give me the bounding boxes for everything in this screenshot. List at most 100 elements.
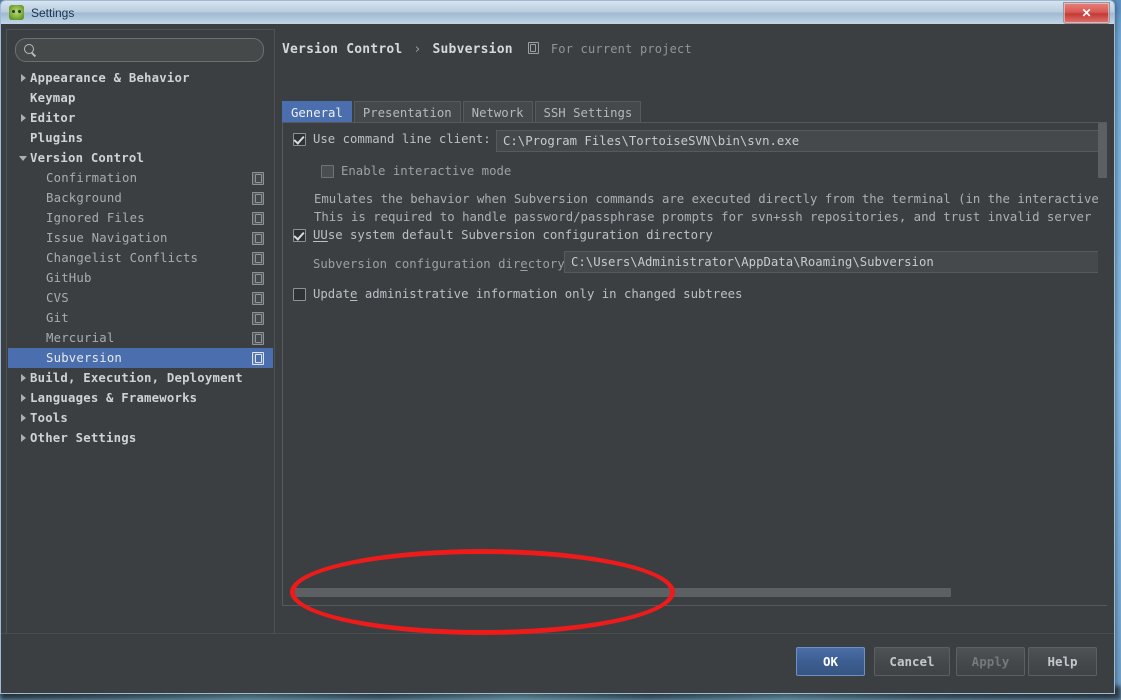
sidebar-item-label: Other Settings — [30, 431, 137, 445]
button-label: OK — [822, 654, 839, 669]
apply-button: Apply — [956, 647, 1025, 676]
tab-label: SSH Settings — [543, 105, 633, 120]
sidebar-item-build-execution-deployment[interactable]: Build, Execution, Deployment — [8, 368, 273, 388]
use-command-line-client-row[interactable]: Use command line client: — [293, 132, 491, 146]
sidebar-item-languages-frameworks[interactable]: Languages & Frameworks — [8, 388, 273, 408]
chevron-right-icon[interactable] — [16, 434, 30, 442]
sidebar-item-label: Mercurial — [46, 331, 115, 345]
sidebar-item-other-settings[interactable]: Other Settings — [8, 428, 273, 448]
sidebar-item-label: CVS — [46, 291, 69, 305]
breadcrumb-root[interactable]: Version Control — [282, 42, 402, 57]
sidebar-item-label: Version Control — [30, 151, 145, 165]
sidebar-item-label: Ignored Files — [46, 211, 145, 225]
tab-label: Presentation — [362, 105, 452, 120]
sidebar-item-label: GitHub — [46, 271, 92, 285]
use-command-line-client-checkbox[interactable] — [293, 132, 306, 146]
enable-interactive-mode-label: Enable interactive mode — [341, 164, 512, 178]
project-override-icon — [252, 252, 264, 265]
sidebar-item-changelist-conflicts[interactable]: Changelist Conflicts — [8, 248, 273, 268]
chevron-right-icon[interactable] — [16, 374, 30, 382]
cancel-button[interactable]: Cancel — [874, 647, 950, 676]
use-system-default-config-row[interactable]: UUse system default Subversion configura… — [293, 228, 713, 242]
use-system-default-config-checkbox[interactable] — [293, 228, 306, 242]
vertical-scrollbar-thumb[interactable] — [1098, 123, 1107, 178]
chevron-right-icon[interactable] — [16, 114, 30, 122]
sidebar-item-issue-navigation[interactable]: Issue Navigation — [8, 228, 273, 248]
tab-label: General — [291, 105, 343, 120]
sidebar-item-keymap[interactable]: Keymap — [8, 88, 273, 108]
sidebar-item-background[interactable]: Background — [8, 188, 273, 208]
project-override-icon — [252, 272, 264, 285]
search-box[interactable] — [15, 38, 264, 62]
sidebar-item-confirmation[interactable]: Confirmation — [8, 168, 273, 188]
settings-window: Settings ✕ Appearance & Behavior Keymap Ed… — [0, 0, 1115, 694]
general-tab-panel: Use command line client: C:\Program File… — [282, 122, 1107, 606]
settings-tree: Appearance & Behavior Keymap Editor Plugins… — [8, 68, 273, 632]
project-override-icon — [252, 212, 264, 225]
sidebar-item-version-control[interactable]: Version Control — [8, 148, 273, 168]
tab-presentation[interactable]: Presentation — [353, 101, 461, 123]
tab-general[interactable]: General — [282, 101, 352, 123]
button-label: Apply — [971, 654, 1010, 669]
sidebar-item-label: Languages & Frameworks — [30, 391, 198, 405]
dialog-footer: OK Cancel Apply Help — [1, 633, 1114, 693]
enable-interactive-mode-row[interactable]: Enable interactive mode — [321, 164, 511, 178]
chevron-down-icon[interactable] — [16, 155, 30, 161]
sidebar-item-label: Appearance & Behavior — [30, 71, 190, 85]
breadcrumb-leaf: Subversion — [432, 42, 513, 57]
button-label: Help — [1047, 654, 1078, 669]
project-override-icon — [252, 172, 264, 185]
project-override-icon — [252, 232, 264, 245]
android-studio-icon — [9, 5, 24, 20]
search-input[interactable] — [42, 42, 263, 58]
window-titlebar: Settings ✕ — [1, 1, 1114, 25]
breadcrumb-separator: › — [413, 42, 422, 57]
update-admin-info-checkbox[interactable] — [293, 287, 306, 301]
sidebar-item-appearance-behavior[interactable]: Appearance & Behavior — [8, 68, 273, 88]
horizontal-scrollbar-thumb[interactable] — [291, 588, 951, 597]
window-content: Appearance & Behavior Keymap Editor Plugins… — [1, 24, 1114, 693]
button-label: Cancel — [889, 654, 935, 669]
sidebar-item-label: Confirmation — [46, 171, 138, 185]
command-line-client-path-field[interactable]: C:\Program Files\TortoiseSVN\bin\svn.exe — [496, 130, 1106, 152]
breadcrumb-scope: For current project — [550, 42, 692, 56]
project-override-icon — [252, 332, 264, 345]
sidebar-item-git[interactable]: Git — [8, 308, 273, 328]
ok-button[interactable]: OK — [796, 647, 865, 676]
chevron-right-icon[interactable] — [16, 394, 30, 402]
project-override-icon — [252, 312, 264, 325]
help-button[interactable]: Help — [1028, 647, 1097, 676]
breadcrumb: Version Control › Subversion For current… — [282, 42, 692, 57]
window-title: Settings — [31, 5, 75, 20]
chevron-right-icon[interactable] — [16, 74, 30, 82]
sidebar-item-label: Subversion — [46, 351, 123, 365]
sidebar-item-label: Changelist Conflicts — [46, 251, 199, 265]
tab-ssh-settings[interactable]: SSH Settings — [534, 101, 642, 123]
sidebar-item-editor[interactable]: Editor — [8, 108, 273, 128]
sidebar-item-github[interactable]: GitHub — [8, 268, 273, 288]
sidebar-item-plugins[interactable]: Plugins — [8, 128, 273, 148]
vertical-scrollbar[interactable] — [1098, 123, 1107, 605]
project-override-icon — [252, 352, 264, 365]
sidebar-item-subversion[interactable]: Subversion — [8, 348, 273, 368]
update-admin-info-label: Update administrative information only i… — [313, 287, 743, 301]
sidebar-item-ignored-files[interactable]: Ignored Files — [8, 208, 273, 228]
enable-interactive-mode-checkbox[interactable] — [321, 164, 334, 178]
chevron-right-icon[interactable] — [16, 414, 30, 422]
sidebar-item-mercurial[interactable]: Mercurial — [8, 328, 273, 348]
sidebar-item-label: Tools — [30, 411, 69, 425]
interactive-mode-description-line2: This is required to handle password/pass… — [314, 210, 1107, 224]
sidebar-item-tools[interactable]: Tools — [8, 408, 273, 428]
tab-network[interactable]: Network — [462, 101, 533, 123]
config-dir-field[interactable]: C:\Users\Administrator\AppData\Roaming\S… — [564, 251, 1106, 273]
sidebar-item-cvs[interactable]: CVS — [8, 288, 273, 308]
use-system-default-config-label: UUse system default Subversion configura… — [313, 228, 713, 242]
horizontal-scrollbar[interactable] — [291, 587, 1094, 598]
update-admin-info-row[interactable]: Update administrative information only i… — [293, 287, 742, 301]
tab-label: Network — [471, 105, 524, 120]
project-scope-icon — [527, 42, 539, 54]
sidebar-item-label: Build, Execution, Deployment — [30, 371, 243, 385]
sidebar-item-label: Issue Navigation — [46, 231, 168, 245]
interactive-mode-description-line1: Emulates the behavior when Subversion co… — [314, 192, 1107, 206]
close-icon[interactable]: ✕ — [1063, 2, 1110, 24]
